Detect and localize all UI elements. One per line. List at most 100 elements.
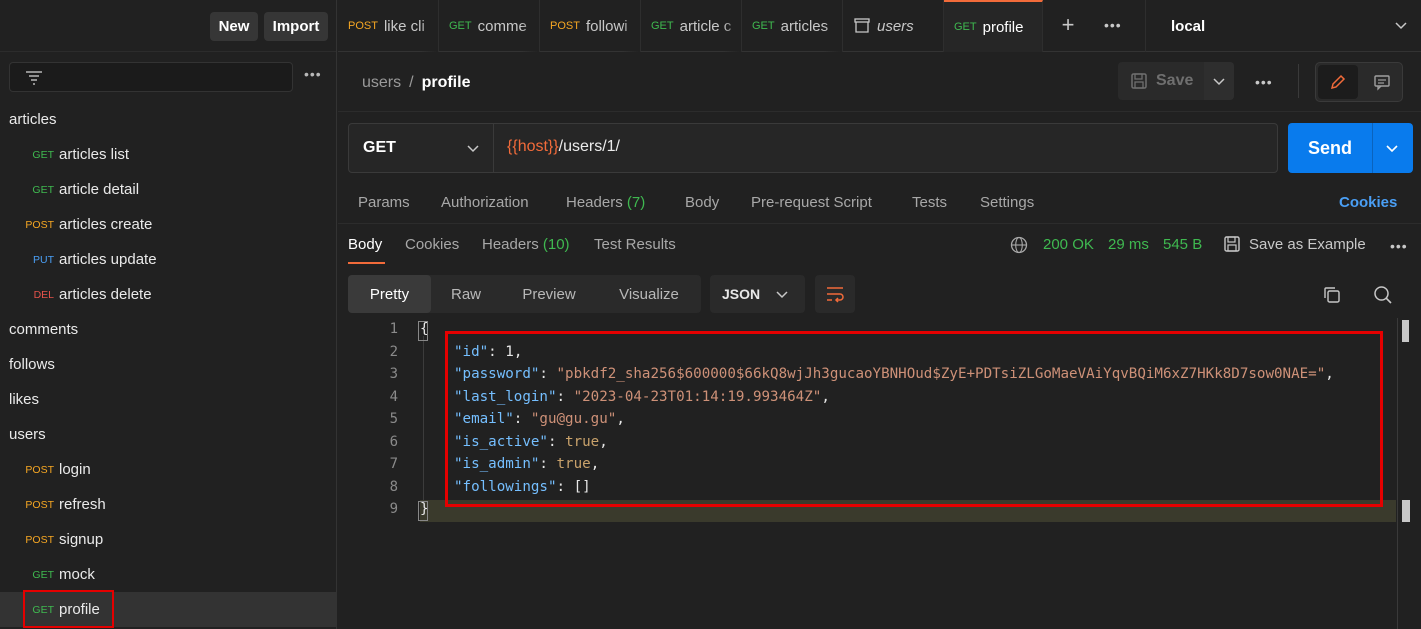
environment-selector[interactable]: local (1145, 0, 1421, 52)
sidebar-request[interactable]: DEL articles delete (0, 277, 337, 312)
indent-guide (423, 336, 424, 500)
save-dropdown-button[interactable] (1204, 62, 1234, 100)
sidebar-item-label: articles delete (59, 286, 152, 303)
tab-test-results[interactable]: Test Results (594, 236, 676, 253)
tab-headers-label: Headers (566, 194, 623, 211)
import-button[interactable]: Import (264, 12, 328, 41)
sidebar-folder[interactable]: users (0, 417, 337, 452)
tab-method-badge: GET (449, 20, 472, 32)
sidebar-request[interactable]: PUT articles update (0, 242, 337, 277)
sidebar-request[interactable]: POST refresh (0, 487, 337, 522)
response-size[interactable]: 545 B (1163, 236, 1202, 253)
request-more-icon[interactable]: ••• (1255, 74, 1273, 90)
request-tab[interactable]: POST followi (540, 0, 641, 52)
save-as-example-button[interactable]: Save as Example (1249, 236, 1366, 253)
sidebar-request[interactable]: POST signup (0, 522, 337, 557)
tab-response-cookies[interactable]: Cookies (405, 236, 459, 253)
sidebar-item-label: users (9, 426, 46, 443)
sidebar-request[interactable]: GET mock (0, 557, 337, 592)
tab-settings[interactable]: Settings (980, 194, 1034, 211)
tab-fade (622, 0, 640, 52)
brace-match-box (418, 501, 428, 521)
sidebar-more-icon[interactable]: ••• (304, 66, 324, 86)
url-input[interactable]: {{host}}/users/1/ (507, 138, 620, 156)
tab-body[interactable]: Body (685, 194, 719, 211)
comment-icon (1374, 75, 1390, 91)
request-tab[interactable]: GET comme (439, 0, 540, 52)
request-tab[interactable]: POST like cli (338, 0, 439, 52)
request-tab[interactable]: GET profile (944, 0, 1043, 52)
tab-prerequest-script[interactable]: Pre-request Script (751, 194, 872, 211)
sidebar-item-label: articles create (59, 216, 153, 233)
language-label: JSON (722, 286, 761, 302)
request-method-badge: PUT (33, 253, 54, 266)
scrollbar-thumb-bottom[interactable] (1402, 500, 1410, 522)
language-select[interactable]: JSON (710, 275, 805, 313)
tab-response-body[interactable]: Body (348, 236, 382, 253)
sidebar-item-label: signup (59, 531, 104, 548)
edit-mode-button[interactable] (1318, 65, 1358, 99)
request-method-badge: POST (25, 498, 54, 511)
active-item-highlight (23, 590, 114, 628)
tab-label: comme (477, 17, 527, 35)
line-number: 1 (389, 321, 398, 337)
save-icon (1224, 236, 1240, 252)
tab-label: profile (982, 18, 1024, 36)
method-select[interactable]: GET (349, 124, 494, 172)
tab-tests[interactable]: Tests (912, 194, 947, 211)
collection-icon (854, 18, 870, 33)
filter-icon[interactable] (24, 70, 44, 86)
send-divider (1372, 123, 1373, 173)
request-method-badge: POST (25, 463, 54, 476)
new-tab-icon[interactable]: + (1056, 14, 1080, 38)
sidebar-filter-input[interactable] (9, 62, 293, 92)
chevron-down-icon[interactable] (1386, 142, 1398, 154)
save-icon (1131, 73, 1147, 89)
tab-authorization[interactable]: Authorization (441, 194, 529, 211)
tab-params[interactable]: Params (358, 194, 410, 211)
tab-response-headers[interactable]: Headers (10) (482, 236, 570, 253)
tab-bar: POST like cli GET comme POST followi GET articl… (338, 0, 1421, 52)
sidebar-request[interactable]: GET articles list (0, 137, 337, 172)
globe-icon[interactable] (1010, 236, 1028, 254)
line-number: 3 (389, 366, 398, 382)
preview-button[interactable]: Preview (501, 275, 597, 313)
sidebar-request[interactable]: POST articles create (0, 207, 337, 242)
raw-button[interactable]: Raw (431, 275, 501, 313)
sidebar-item-label: mock (59, 566, 95, 583)
new-button[interactable]: New (210, 12, 258, 41)
sidebar-request[interactable]: POST login (0, 452, 337, 487)
chevron-down-icon (776, 291, 788, 299)
environment-label: local (1171, 17, 1206, 35)
response-time[interactable]: 29 ms (1108, 236, 1149, 253)
sidebar-request[interactable]: GET article detail (0, 172, 337, 207)
breadcrumb-parent[interactable]: users (362, 74, 401, 91)
sidebar-folder[interactable]: likes (0, 382, 337, 417)
pretty-button[interactable]: Pretty (348, 275, 431, 313)
copy-icon[interactable] (1322, 285, 1342, 305)
status-code[interactable]: 200 OK (1043, 236, 1094, 253)
wrap-lines-button[interactable] (815, 275, 855, 313)
response-more-icon[interactable]: ••• (1390, 238, 1408, 254)
request-tab[interactable]: GET article c (641, 0, 742, 52)
breadcrumb-current[interactable]: profile (422, 74, 471, 91)
line-number: 8 (389, 478, 398, 495)
cookies-link[interactable]: Cookies (1339, 194, 1397, 211)
tab-headers[interactable]: Headers (7) (566, 194, 645, 211)
collection-tree: articles GET articles list GET article detai… (0, 102, 337, 627)
search-icon[interactable] (1373, 285, 1393, 305)
sidebar-folder[interactable]: articles (0, 102, 337, 137)
scrollbar-thumb[interactable] (1402, 320, 1409, 342)
tab-fade (824, 0, 842, 52)
tab-more-icon[interactable]: ••• (1104, 17, 1122, 33)
visualize-button[interactable]: Visualize (597, 275, 701, 313)
request-tab[interactable]: GET articles (742, 0, 843, 52)
tab-method-badge: GET (752, 20, 775, 32)
sidebar-folder[interactable]: comments (0, 312, 337, 347)
line-number: 4 (389, 388, 398, 405)
mode-toggle (1315, 62, 1403, 102)
comments-mode-button[interactable] (1362, 65, 1402, 99)
sidebar-folder[interactable]: follows (0, 347, 337, 382)
request-tab[interactable]: users (843, 0, 944, 52)
send-button[interactable]: Send (1288, 123, 1413, 173)
